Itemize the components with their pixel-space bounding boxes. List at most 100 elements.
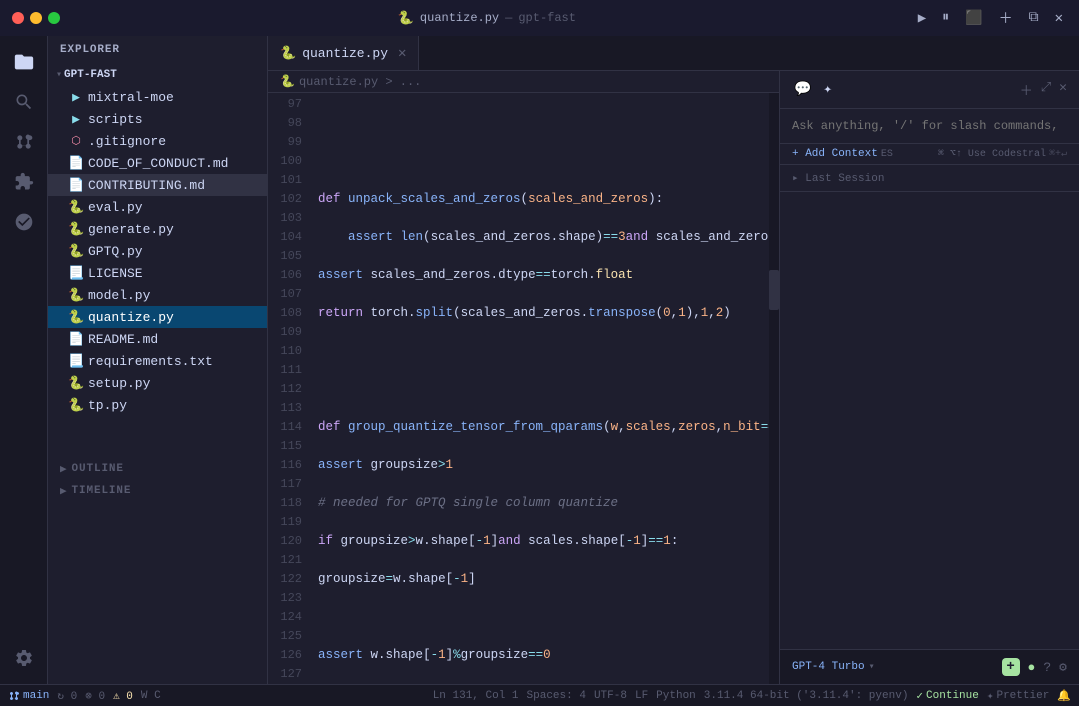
timeline-section[interactable]: ▶ TIMELINE xyxy=(48,478,267,500)
model-name: GPT-4 Turbo xyxy=(792,661,865,673)
sidebar: Explorer ▾ GPT-FAST ▶ mixtral-moe ▶ scri… xyxy=(48,36,268,684)
ai-help-button[interactable]: ? xyxy=(1043,660,1051,675)
errors-indicator[interactable]: ⊗ 0 xyxy=(85,689,105,703)
code-area[interactable]: 97 98 99 100 101 102 103 104 105 106 107… xyxy=(268,93,779,684)
tab-close-button[interactable]: ✕ xyxy=(398,45,406,62)
ai-bottom-actions: + ● ? ⚙ xyxy=(1002,658,1067,676)
explorer-icon[interactable] xyxy=(6,44,42,80)
ai-expand-icon[interactable]: ⤢ xyxy=(1041,80,1051,99)
tab-bar: 🐍 quantize.py ✕ xyxy=(268,36,1079,71)
sidebar-header: Explorer xyxy=(48,36,267,64)
ai-settings-button[interactable]: ⚙ xyxy=(1059,660,1067,675)
sidebar-item-label: GPTQ.py xyxy=(88,244,143,259)
ai-add-icon[interactable]: ＋ xyxy=(1020,80,1033,99)
sidebar-item-eval[interactable]: 🐍 eval.py xyxy=(48,196,267,218)
encoding-indicator[interactable]: UTF-8 xyxy=(594,690,627,702)
sidebar-item-label: tp.py xyxy=(88,398,127,413)
sidebar-item-requirements[interactable]: 📃 requirements.txt xyxy=(48,350,267,372)
language-indicator[interactable]: Python xyxy=(656,690,696,702)
layout-icon[interactable]: ⧉ xyxy=(1025,8,1043,28)
model-selector[interactable]: GPT-4 Turbo ▾ xyxy=(792,661,875,673)
cursor-position[interactable]: Ln 131, Col 1 xyxy=(433,690,519,702)
py-icon: 🐍 xyxy=(68,288,84,303)
ai-close-icon[interactable]: ✕ xyxy=(1059,80,1067,99)
minimap-scrollbar[interactable] xyxy=(769,93,779,684)
line-numbers: 97 98 99 100 101 102 103 104 105 106 107… xyxy=(268,93,310,684)
sidebar-item-label: README.md xyxy=(88,332,158,347)
ai-panel-actions: ＋ ⤢ ✕ xyxy=(1020,80,1067,99)
ai-plus-button[interactable]: + xyxy=(1002,658,1020,676)
notification-bell[interactable]: 🔔 xyxy=(1057,689,1071,703)
close-icon[interactable]: ✕ xyxy=(1051,8,1067,29)
search-icon[interactable] xyxy=(6,84,42,120)
sidebar-item-gitignore[interactable]: ⬡ .gitignore xyxy=(48,130,267,152)
minimap-thumb[interactable] xyxy=(769,270,779,310)
folder-icon: ▶ xyxy=(68,112,84,127)
prettier-indicator[interactable]: ✦ Prettier xyxy=(987,689,1049,703)
ai-panel-tabs: 💬 ✦ xyxy=(792,79,834,100)
ai-tab-ai[interactable]: ✦ xyxy=(821,79,833,100)
settings-icon[interactable] xyxy=(6,640,42,676)
ai-search-input[interactable] xyxy=(792,119,1067,133)
sidebar-item-model[interactable]: 🐍 model.py xyxy=(48,284,267,306)
close-button[interactable] xyxy=(12,12,24,24)
chevron-down-icon: ▾ xyxy=(56,69,62,81)
sidebar-item-license[interactable]: 📃 LICENSE xyxy=(48,262,267,284)
title-bar: 🐍 quantize.py — gpt-fast ▶ ⏸ ⬛ ＋ ⧉ ✕ xyxy=(0,0,1079,36)
sidebar-item-contributing[interactable]: 📄 CONTRIBUTING.md xyxy=(48,174,267,196)
editor-main[interactable]: 🐍 quantize.py > ... 97 98 99 100 101 102… xyxy=(268,71,779,684)
source-control-icon[interactable] xyxy=(6,124,42,160)
sidebar-item-quantize[interactable]: 🐍 quantize.py xyxy=(48,306,267,328)
ai-panel-header: 💬 ✦ ＋ ⤢ ✕ xyxy=(780,71,1079,109)
pause-icon[interactable]: ⏸ xyxy=(938,8,953,28)
codestral-button[interactable]: ⌘ ⌥↑ Use Codestral ⌘+↵ xyxy=(938,148,1067,160)
sidebar-item-label: LICENSE xyxy=(88,266,143,281)
py-icon: 🐍 xyxy=(68,200,84,215)
maximize-button[interactable] xyxy=(48,12,60,24)
sidebar-item-label: CONTRIBUTING.md xyxy=(88,178,205,193)
code-editor[interactable]: def unpack_scales_and_zeros(scales_and_z… xyxy=(310,93,769,684)
ai-panel: 💬 ✦ ＋ ⤢ ✕ + Add Context ES xyxy=(779,71,1079,684)
w-indicator[interactable]: W C xyxy=(141,690,161,702)
run-icon[interactable]: ▶ xyxy=(914,8,930,29)
add-context-button[interactable]: + Add Context ES xyxy=(792,148,893,160)
sidebar-item-code-of-conduct[interactable]: 📄 CODE_OF_CONDUCT.md xyxy=(48,152,267,174)
sync-indicator[interactable]: ↻ 0 xyxy=(57,689,77,703)
sidebar-item-setup[interactable]: 🐍 setup.py xyxy=(48,372,267,394)
ai-tab-chat[interactable]: 💬 xyxy=(792,79,813,100)
ai-context-bar: + Add Context ES ⌘ ⌥↑ Use Codestral ⌘+↵ xyxy=(780,144,1079,165)
terminal-icon[interactable]: ⬛ xyxy=(961,8,986,29)
sidebar-item-tp[interactable]: 🐍 tp.py xyxy=(48,394,267,416)
file-icon: 📃 xyxy=(68,266,84,281)
md-icon: 📄 xyxy=(68,156,84,171)
sidebar-root-folder[interactable]: ▾ GPT-FAST xyxy=(48,64,267,86)
chevron-right-icon: ▶ xyxy=(60,462,68,476)
spaces-indicator[interactable]: Spaces: 4 xyxy=(527,690,586,702)
sidebar-item-label: CODE_OF_CONDUCT.md xyxy=(88,156,228,171)
sidebar-item-label: eval.py xyxy=(88,200,143,215)
extensions-icon[interactable] xyxy=(6,164,42,200)
continue-indicator[interactable]: ✓ Continue xyxy=(916,689,978,703)
eol-indicator[interactable]: LF xyxy=(635,690,648,702)
ai-icon[interactable] xyxy=(6,204,42,240)
ai-green-dot[interactable]: ● xyxy=(1028,660,1036,675)
file-icon: 🐍 xyxy=(398,11,414,26)
python-version[interactable]: 3.11.4 64-bit ('3.11.4': pyenv) xyxy=(704,690,909,702)
ai-input-area[interactable] xyxy=(780,109,1079,144)
minimize-button[interactable] xyxy=(30,12,42,24)
branch-indicator[interactable]: main xyxy=(8,690,49,702)
tab-quantize[interactable]: 🐍 quantize.py ✕ xyxy=(268,36,419,70)
sidebar-item-readme[interactable]: 📄 README.md xyxy=(48,328,267,350)
add-panel-icon[interactable]: ＋ xyxy=(995,6,1017,30)
md-icon: 📄 xyxy=(68,178,84,193)
sidebar-item-scripts[interactable]: ▶ scripts xyxy=(48,108,267,130)
outline-section[interactable]: ▶ OUTLINE xyxy=(48,456,267,478)
tab-label: quantize.py xyxy=(302,46,388,61)
sidebar-item-label: quantize.py xyxy=(88,310,174,325)
sidebar-item-generate[interactable]: 🐍 generate.py xyxy=(48,218,267,240)
warnings-indicator[interactable]: ⚠ 0 xyxy=(113,689,133,703)
git-icon: ⬡ xyxy=(68,134,84,148)
sidebar-item-mixtral[interactable]: ▶ mixtral-moe xyxy=(48,86,267,108)
last-session-button[interactable]: ▸ Last Session xyxy=(780,165,1079,192)
sidebar-item-gptq[interactable]: 🐍 GPTQ.py xyxy=(48,240,267,262)
